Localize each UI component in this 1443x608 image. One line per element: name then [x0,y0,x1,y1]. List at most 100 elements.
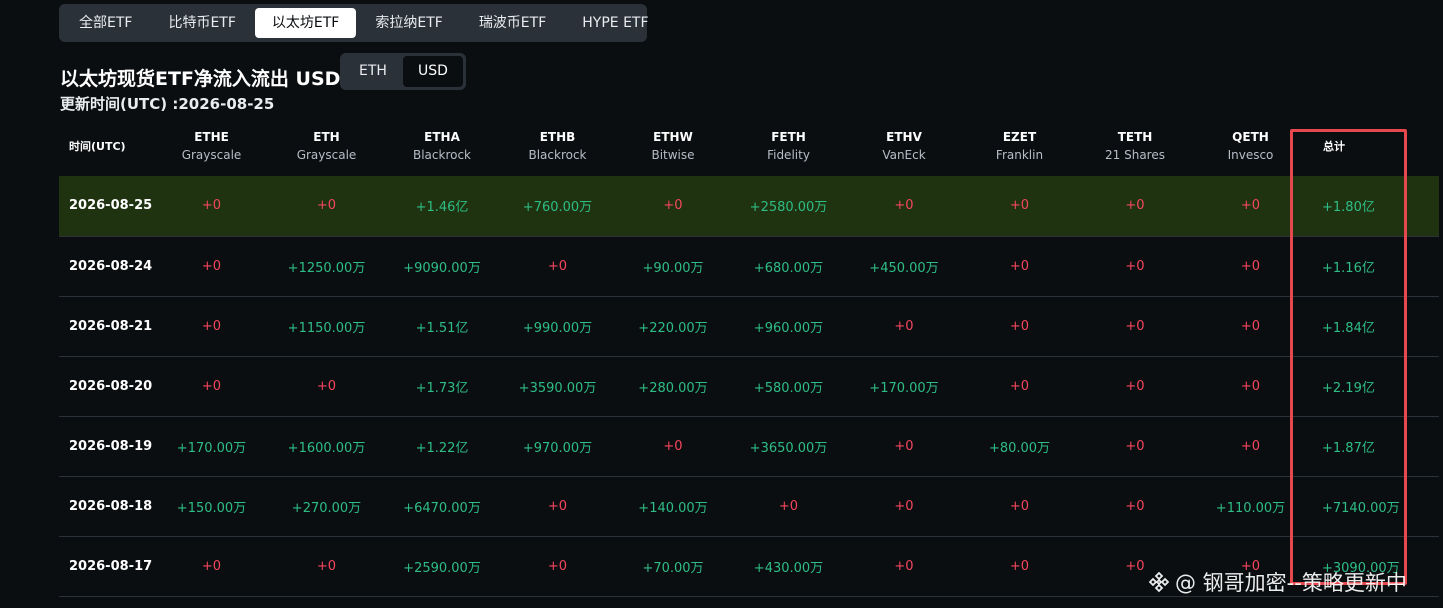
flow-cell-feth: +0 [778,498,799,514]
flow-cell-qeth: +0 [1240,318,1261,334]
flow-cell-feth: +430.00万 [753,560,824,576]
flow-cell-ethw: +70.00万 [642,560,704,576]
flow-cell-eth: +0 [316,558,337,574]
column-code: ETHA [424,130,460,144]
date-column-header[interactable]: 时间(UTC) [59,116,154,176]
column-header-eth[interactable]: ETH Grayscale [269,116,384,176]
row-date: 2026-08-17 [69,558,153,574]
flow-cell-eth: +0 [316,378,337,394]
column-issuer: Grayscale [296,148,357,162]
etf-category-tabs: 全部ETF 比特币ETF 以太坊ETF 索拉纳ETF 瑞波币ETF HYPE E… [59,4,649,42]
column-issuer: VanEck [882,148,926,162]
flow-cell-teth: +0 [1125,498,1145,514]
watermark-text: @ 钢哥加密--策略更新中 [1175,571,1407,595]
table-row[interactable]: 2026-08-19 +170.00万 +1600.00万 +1.22亿 +970.00… [59,416,1439,476]
flow-cell-etha: +1.22亿 [415,440,469,456]
flow-cell-teth: +0 [1125,378,1145,394]
flow-cell-ethv: +0 [894,438,914,454]
tab-xrp-etf[interactable]: 瑞波币ETF [462,8,563,38]
binance-logo-icon [1148,571,1170,593]
column-header-etha[interactable]: ETHA Blackrock [384,116,500,176]
tab-hype-etf[interactable]: HYPE ETF [565,8,665,38]
flow-cell-etha: +9090.00万 [403,260,481,276]
table-row[interactable]: 2026-08-18 +150.00万 +270.00万 +6470.00万 +0 +14… [59,476,1439,536]
column-header-feth[interactable]: FETH Fidelity [731,116,846,176]
table-row[interactable]: 2026-08-25 +0 +0 +1.46亿 +760.00万 +0 +2580.00万 +… [59,176,1439,236]
column-code: ETHE [194,130,229,144]
flow-cell-ethw: +0 [663,198,683,214]
column-issuer: Franklin [995,148,1044,162]
column-header-ethe[interactable]: ETHE Grayscale [154,116,269,176]
row-date: 2026-08-20 [69,378,153,394]
flow-cell-ethw: +220.00万 [638,320,708,336]
flow-cell-ethe: +0 [201,558,222,574]
total-column-header[interactable]: 总计 [1308,116,1439,176]
tab-solana-etf[interactable]: 索拉纳ETF [358,8,459,38]
flow-cell-ethb: +0 [547,558,568,574]
flow-cell-ezet: +0 [1009,498,1030,514]
watermark: @ 钢哥加密--策略更新中 [1147,567,1407,597]
flow-cell-eth: +1600.00万 [287,440,366,456]
column-header-ethw[interactable]: ETHW Bitwise [615,116,731,176]
page-title: 以太坊现货ETF净流入流出 USD [60,68,341,90]
flow-cell-ezet: +0 [1009,258,1030,274]
flow-cell-ethb: +3590.00万 [518,380,597,396]
column-issuer: Invesco [1227,148,1274,162]
flow-cell-ethv: +0 [894,198,914,214]
column-header-ethv[interactable]: ETHV VanEck [846,116,962,176]
flow-cell-ethb: +970.00万 [522,440,593,456]
row-total: +1.80亿 [1322,200,1375,216]
flow-cell-feth: +680.00万 [753,260,824,276]
flow-cell-etha: +1.73亿 [415,380,469,396]
flow-cell-ethv: +0 [894,318,914,334]
column-issuer: Blackrock [412,148,472,162]
flow-cell-ethv: +170.00万 [869,380,939,396]
column-code: ETHB [539,130,576,144]
table-row[interactable]: 2026-08-20 +0 +0 +1.73亿 +3590.00万 +280.00万 +58… [59,356,1439,416]
flow-cell-ethw: +90.00万 [642,260,704,276]
row-date: 2026-08-25 [69,198,153,214]
flow-cell-ethe: +170.00万 [176,440,247,456]
etf-flow-table: 时间(UTC) ETHE Grayscale ETH Grayscale ETHA Bla… [59,116,1439,608]
row-date: 2026-08-19 [69,438,153,454]
column-issuer: 21 Shares [1105,148,1165,162]
tab-all-etf[interactable]: 全部ETF [62,8,149,38]
flow-cell-etha: +1.46亿 [415,200,469,216]
flow-cell-ethb: +990.00万 [522,320,593,336]
row-total: +1.87亿 [1322,440,1375,456]
table-row[interactable]: 2026-08-21 +0 +1150.00万 +1.51亿 +990.00万 +220.… [59,296,1439,356]
flow-cell-ethv: +450.00万 [869,260,939,276]
column-code: QETH [1232,130,1269,144]
flow-cell-eth: +1250.00万 [287,260,366,276]
toggle-eth[interactable]: ETH [343,56,403,87]
column-header-ezet[interactable]: EZET Franklin [962,116,1077,176]
flow-cell-qeth: +0 [1240,438,1261,454]
table-row[interactable]: 2026-08-24 +0 +1250.00万 +9090.00万 +0 +90.00万 +… [59,236,1439,296]
flow-cell-etha: +1.51亿 [415,320,469,336]
flow-cell-qeth: +110.00万 [1215,500,1286,516]
update-time: 更新时间(UTC) :2026-08-25 [60,95,275,113]
flow-cell-teth: +0 [1125,318,1145,334]
column-header-teth[interactable]: TETH 21 Shares [1077,116,1193,176]
flow-cell-etha: +2590.00万 [403,560,481,576]
column-header-qeth[interactable]: QETH Invesco [1193,116,1308,176]
column-header-ethb[interactable]: ETHB Blackrock [500,116,615,176]
column-code: ETHV [886,130,922,144]
flow-cell-qeth: +0 [1240,258,1261,274]
row-total: +1.84亿 [1322,320,1375,336]
column-issuer: Blackrock [528,148,587,162]
flow-cell-eth: +1150.00万 [287,320,366,336]
flow-cell-feth: +2580.00万 [749,200,828,216]
column-code: EZET [1002,130,1037,144]
column-code: ETHW [653,130,693,144]
tab-bitcoin-etf[interactable]: 比特币ETF [151,8,252,38]
column-issuer: Grayscale [181,148,242,162]
flow-cell-feth: +960.00万 [753,320,824,336]
flow-cell-ezet: +0 [1009,378,1030,394]
toggle-usd[interactable]: USD [403,56,463,87]
flow-cell-ezet: +0 [1009,558,1030,574]
table-header-row: 时间(UTC) ETHE Grayscale ETH Grayscale ETHA Bla… [59,116,1439,176]
column-issuer: Fidelity [767,148,810,162]
flow-cell-ethb: +0 [547,258,568,274]
tab-ethereum-etf[interactable]: 以太坊ETF [254,8,357,38]
